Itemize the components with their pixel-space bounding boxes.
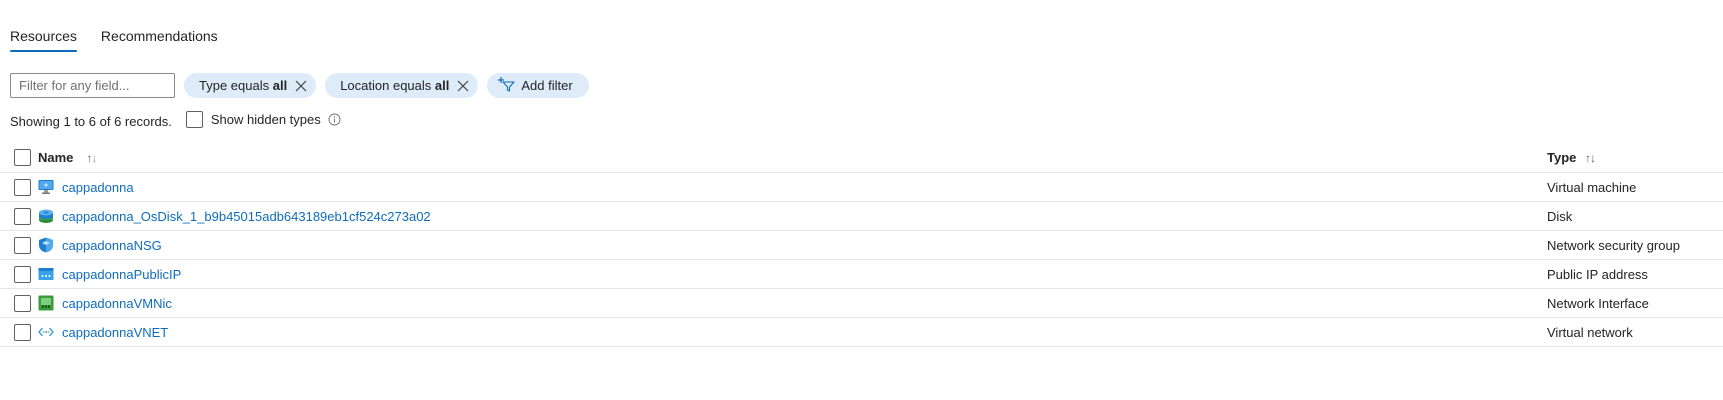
resources-table: Name ↑↓ Type ↑↓ cappadonna Virtual machi… [0, 143, 1723, 347]
name-cell: cappadonna_OsDisk_1_b9b45015adb643189eb1… [38, 208, 431, 224]
table-row[interactable]: cappadonnaNSG Network security group [0, 231, 1723, 260]
virtual-network-icon [38, 324, 54, 340]
show-hidden-types-label: Show hidden types [210, 112, 321, 127]
virtual-machine-icon [38, 179, 54, 195]
info-icon[interactable] [328, 113, 341, 126]
tab-resources[interactable]: Resources [10, 20, 77, 52]
tab-recommendations[interactable]: Recommendations [101, 20, 218, 52]
network-security-group-icon [38, 237, 54, 253]
type-cell: Virtual network [1547, 324, 1633, 340]
table-row[interactable]: cappadonna Virtual machine [0, 173, 1723, 202]
type-filter-label: Type equals all [199, 78, 288, 93]
add-filter-icon [497, 76, 515, 95]
name-cell: cappadonnaNSG [38, 237, 162, 253]
location-filter-pill[interactable]: Location equals all [325, 73, 479, 98]
table-row[interactable]: cappadonnaVMNic Network Interface [0, 289, 1723, 318]
sort-ascending-icon[interactable]: ↑↓ [86, 151, 97, 165]
close-icon[interactable] [455, 78, 471, 94]
row-checkbox[interactable] [14, 266, 31, 283]
resource-link[interactable]: cappadonna [62, 180, 134, 195]
add-filter-label: Add filter [521, 78, 573, 93]
add-filter-button[interactable]: Add filter [487, 73, 589, 98]
tab-bar: Resources Recommendations [10, 20, 218, 52]
disk-icon [38, 208, 54, 224]
type-cell: Public IP address [1547, 266, 1648, 282]
row-checkbox[interactable] [14, 237, 31, 254]
table-row[interactable]: cappadonnaPublicIP Public IP address [0, 260, 1723, 289]
type-filter-pill[interactable]: Type equals all [184, 73, 317, 98]
close-icon[interactable] [293, 78, 309, 94]
name-cell: cappadonnaVMNic [38, 295, 172, 311]
resource-link[interactable]: cappadonnaNSG [62, 238, 162, 253]
row-checkbox[interactable] [14, 324, 31, 341]
resource-link[interactable]: cappadonnaVNET [62, 325, 168, 340]
resource-link[interactable]: cappadonnaPublicIP [62, 267, 181, 282]
type-column-header[interactable]: Type ↑↓ [1547, 150, 1596, 165]
filter-bar: Type equals all Location equals all Add … [10, 73, 589, 98]
show-hidden-types-checkbox[interactable] [185, 111, 203, 128]
name-cell: cappadonna [38, 179, 134, 195]
select-all-checkbox[interactable] [14, 149, 31, 166]
row-checkbox[interactable] [14, 179, 31, 196]
resource-link[interactable]: cappadonnaVMNic [62, 296, 172, 311]
table-row[interactable]: cappadonnaVNET Virtual network [0, 318, 1723, 347]
type-cell: Disk [1547, 208, 1573, 224]
row-checkbox[interactable] [14, 295, 31, 312]
table-row[interactable]: cappadonna_OsDisk_1_b9b45015adb643189eb1… [0, 202, 1723, 231]
sort-icon[interactable]: ↑↓ [1585, 151, 1596, 165]
network-interface-icon [38, 295, 54, 311]
table-header: Name ↑↓ Type ↑↓ [0, 143, 1723, 173]
type-cell: Virtual machine [1547, 179, 1637, 195]
records-bar: Showing 1 to 6 of 6 records. Show hidden… [10, 110, 341, 129]
filter-input[interactable] [10, 73, 175, 98]
name-cell: cappadonnaPublicIP [38, 266, 181, 282]
public-ip-icon [38, 266, 54, 282]
records-count: Showing 1 to 6 of 6 records. [10, 114, 172, 129]
type-cell: Network security group [1547, 237, 1680, 253]
location-filter-label: Location equals all [340, 78, 450, 93]
name-column-header[interactable]: Name ↑↓ [38, 150, 97, 165]
row-checkbox[interactable] [14, 208, 31, 225]
name-cell: cappadonnaVNET [38, 324, 168, 340]
resource-link[interactable]: cappadonna_OsDisk_1_b9b45015adb643189eb1… [62, 209, 431, 224]
type-cell: Network Interface [1547, 295, 1649, 311]
